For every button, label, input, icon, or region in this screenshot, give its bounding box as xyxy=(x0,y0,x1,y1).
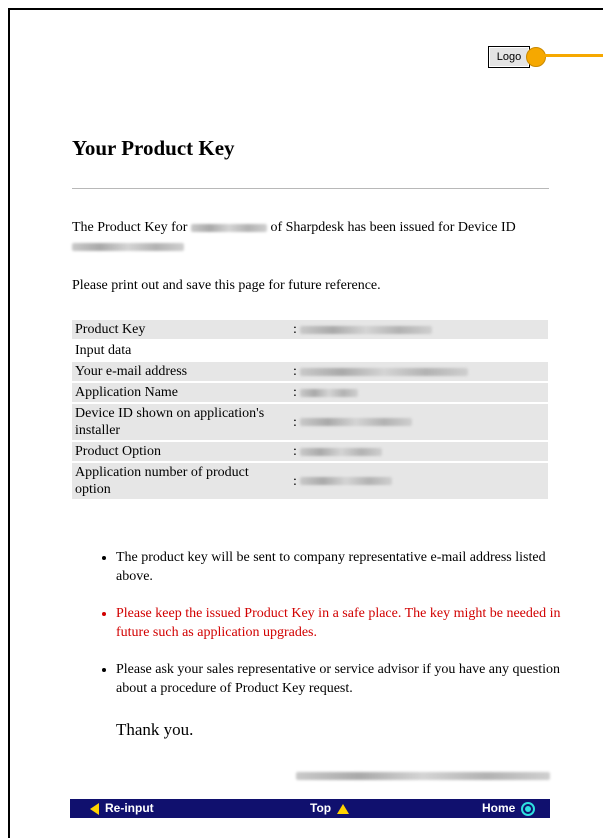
row-separator: : xyxy=(293,385,297,400)
note-warning: Please keep the issued Product Key in a … xyxy=(116,604,571,642)
row-value xyxy=(283,341,548,360)
row-label: Product Option xyxy=(72,442,283,461)
table-row-application-number: Application number of product option : xyxy=(72,463,548,499)
row-separator: : xyxy=(293,322,297,337)
callout-marker xyxy=(526,47,546,67)
logo-placeholder: Logo xyxy=(488,46,530,68)
callout-line xyxy=(543,54,603,57)
note-contact: Please ask your sales representative or … xyxy=(116,660,571,698)
product-info-table: Product Key : Input data Your e-mail add… xyxy=(72,318,548,501)
page-title: Your Product Key xyxy=(72,136,235,160)
table-row-application-name: Application Name : xyxy=(72,383,548,402)
redacted-value xyxy=(300,367,469,376)
intro-part3: ID xyxy=(501,220,516,235)
table-row-product-option: Product Option : xyxy=(72,442,548,461)
row-label: Input data xyxy=(75,343,132,358)
row-value: : xyxy=(283,463,548,499)
redacted-value xyxy=(300,447,383,456)
row-value: : xyxy=(283,442,548,461)
reinput-link[interactable]: Re-input xyxy=(90,799,154,818)
row-value: : xyxy=(283,320,548,339)
table-row-input-data: Input data xyxy=(72,341,548,360)
table-row-email: Your e-mail address : xyxy=(72,362,548,381)
top-label: Top xyxy=(310,801,332,815)
reinput-label: Re-input xyxy=(105,801,154,815)
redacted-footer xyxy=(296,767,550,785)
redacted-device-id xyxy=(72,242,184,251)
home-icon xyxy=(521,801,536,816)
table-row-product-key: Product Key : xyxy=(72,320,548,339)
redacted-application xyxy=(190,223,267,232)
print-note: Please print out and save this page for … xyxy=(72,278,381,293)
redacted-value xyxy=(300,418,413,427)
row-separator: : xyxy=(293,444,297,459)
notes-list: The product key will be sent to company … xyxy=(96,548,571,716)
row-value: : xyxy=(283,404,548,440)
row-separator: : xyxy=(293,414,297,430)
row-value: : xyxy=(283,383,548,402)
redacted-value xyxy=(300,388,359,397)
redacted-value xyxy=(300,477,393,486)
bottom-navbar: Re-input Top Home xyxy=(70,799,550,818)
note-email: The product key will be sent to company … xyxy=(116,548,571,586)
top-link[interactable]: Top xyxy=(310,799,350,818)
intro-part2: of Sharpdesk has been issued for Device xyxy=(270,220,498,235)
row-separator: : xyxy=(293,364,297,379)
home-label: Home xyxy=(482,801,516,815)
row-label: Application Name xyxy=(72,383,283,402)
row-label: Application number of product option xyxy=(72,463,283,499)
row-separator: : xyxy=(293,473,297,489)
table-row-device-id: Device ID shown on application's install… xyxy=(72,404,548,440)
row-label: Device ID shown on application's install… xyxy=(72,404,283,440)
thank-you-text: Thank you. xyxy=(116,720,194,739)
row-label: Product Key xyxy=(72,320,283,339)
arrow-up-icon xyxy=(337,803,350,814)
intro-text: The Product Key for of Sharpdesk has bee… xyxy=(72,218,552,256)
row-value: : xyxy=(283,362,548,381)
redacted-footer-text xyxy=(296,772,550,781)
redacted-value xyxy=(300,325,433,334)
row-label: Your e-mail address xyxy=(72,362,283,381)
home-link[interactable]: Home xyxy=(482,799,536,818)
intro-part1: The Product Key for xyxy=(72,220,188,235)
arrow-left-icon xyxy=(90,802,99,815)
title-divider xyxy=(72,188,549,189)
